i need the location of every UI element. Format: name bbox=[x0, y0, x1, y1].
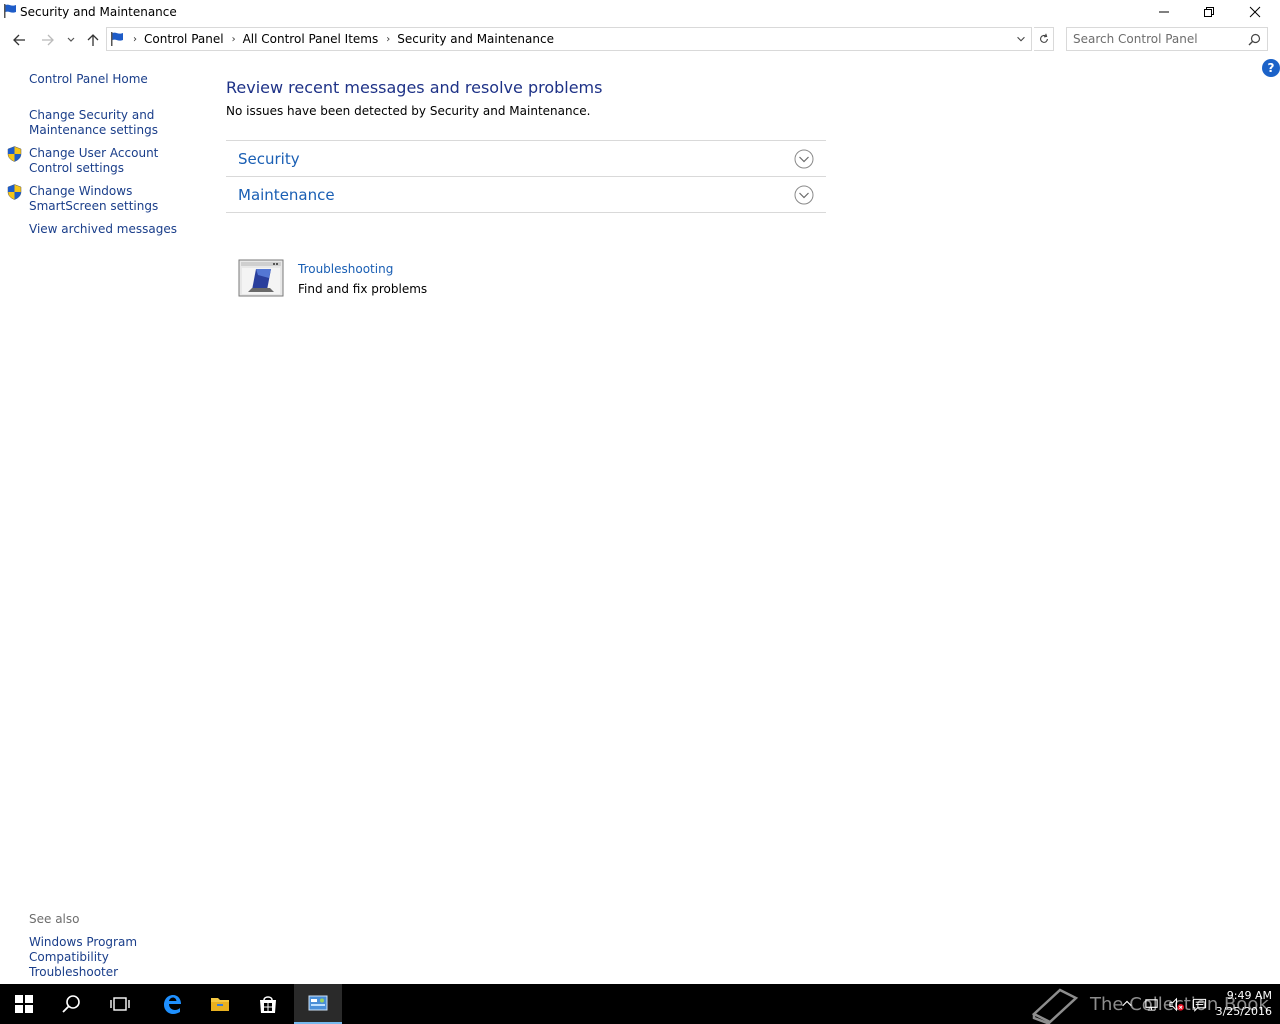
compatibility-troubleshooter-link[interactable]: Windows Program Compatibility Troublesho… bbox=[29, 935, 199, 980]
expand-chevron-icon[interactable] bbox=[794, 149, 814, 169]
maintenance-section-label[interactable]: Maintenance bbox=[238, 186, 335, 204]
change-security-maintenance-settings-link[interactable]: Change Security and Maintenance settings bbox=[29, 108, 199, 138]
restore-button[interactable] bbox=[1186, 0, 1232, 24]
navigation-bar: › Control Panel › All Control Panel Item… bbox=[0, 27, 1280, 53]
search-icon bbox=[62, 995, 80, 1013]
forward-button[interactable] bbox=[37, 29, 59, 51]
expand-chevron-icon[interactable] bbox=[794, 185, 814, 205]
shield-icon bbox=[7, 146, 22, 162]
shield-icon bbox=[7, 184, 22, 200]
change-smartscreen-settings-link[interactable]: Change Windows SmartScreen settings bbox=[29, 184, 199, 214]
window-title: Security and Maintenance bbox=[20, 5, 177, 19]
breadcrumb-all-items[interactable]: All Control Panel Items bbox=[243, 32, 379, 46]
task-view-icon bbox=[110, 997, 130, 1011]
refresh-icon bbox=[1039, 33, 1048, 43]
address-bar[interactable]: › Control Panel › All Control Panel Item… bbox=[106, 27, 1032, 51]
network-tray-button[interactable] bbox=[1140, 984, 1162, 1024]
recent-locations-button[interactable] bbox=[62, 29, 80, 51]
control-panel-icon bbox=[308, 995, 328, 1011]
close-button[interactable] bbox=[1232, 0, 1278, 24]
search-icon[interactable] bbox=[1248, 33, 1261, 46]
clock-time: 9:49 AM bbox=[1226, 989, 1272, 1002]
flag-icon bbox=[4, 4, 16, 18]
chevron-up-icon bbox=[1122, 1000, 1132, 1007]
up-arrow-icon bbox=[87, 34, 99, 46]
store-bag-icon bbox=[260, 996, 276, 1013]
close-icon bbox=[1249, 6, 1261, 18]
refresh-button[interactable] bbox=[1034, 27, 1054, 51]
start-button[interactable] bbox=[0, 984, 48, 1024]
section-divider bbox=[226, 212, 826, 213]
address-dropdown-button[interactable] bbox=[1013, 31, 1029, 47]
window: Security and Maintenance › Control Panel… bbox=[0, 0, 1280, 1024]
book-icon bbox=[1031, 988, 1079, 1024]
folder-icon bbox=[211, 998, 229, 1011]
title-bar[interactable]: Security and Maintenance bbox=[0, 0, 1280, 24]
security-section-header[interactable]: Security bbox=[226, 140, 826, 176]
store-button[interactable] bbox=[244, 984, 292, 1024]
control-panel-taskbar-button[interactable] bbox=[294, 984, 342, 1024]
search-taskbar-button[interactable] bbox=[48, 984, 96, 1024]
file-explorer-button[interactable] bbox=[196, 984, 244, 1024]
breadcrumb-control-panel[interactable]: Control Panel bbox=[144, 32, 224, 46]
breadcrumb-separator[interactable]: › bbox=[386, 34, 390, 45]
chevron-down-icon bbox=[67, 37, 75, 42]
breadcrumb-separator[interactable]: › bbox=[232, 34, 236, 45]
question-mark-icon: ? bbox=[1267, 61, 1275, 75]
flag-icon bbox=[111, 32, 123, 46]
back-button[interactable] bbox=[8, 29, 30, 51]
breadcrumb: › Control Panel › All Control Panel Item… bbox=[109, 28, 562, 50]
maintenance-section-header[interactable]: Maintenance bbox=[226, 176, 826, 212]
minimize-button[interactable] bbox=[1141, 0, 1187, 24]
windows-logo-icon bbox=[15, 995, 33, 1013]
breadcrumb-security-maintenance[interactable]: Security and Maintenance bbox=[397, 32, 554, 46]
back-arrow-icon bbox=[13, 34, 25, 46]
clock-date: 3/25/2016 bbox=[1215, 1005, 1272, 1018]
help-button[interactable]: ? bbox=[1262, 59, 1280, 77]
troubleshooting-description: Find and fix problems bbox=[298, 282, 428, 296]
security-section-label[interactable]: Security bbox=[238, 150, 300, 168]
chevron-down-icon bbox=[1017, 36, 1025, 42]
show-hidden-icons-button[interactable] bbox=[1116, 984, 1138, 1024]
edge-icon bbox=[164, 995, 181, 1014]
taskbar: The Collection Book 9:49 AM 3/25/2016 bbox=[0, 984, 1280, 1024]
change-uac-settings-link[interactable]: Change User Account Control settings bbox=[29, 146, 199, 176]
search-input[interactable] bbox=[1073, 31, 1243, 47]
forward-arrow-icon bbox=[42, 34, 54, 46]
breadcrumb-separator[interactable]: › bbox=[133, 34, 137, 45]
volume-muted-icon bbox=[1168, 997, 1184, 1011]
control-panel-home-link[interactable]: Control Panel Home bbox=[29, 72, 199, 87]
view-archived-messages-link[interactable]: View archived messages bbox=[29, 222, 199, 237]
up-button[interactable] bbox=[82, 29, 104, 51]
restore-icon bbox=[1204, 7, 1214, 17]
troubleshooting-link[interactable]: Troubleshooting bbox=[298, 262, 393, 276]
page-title: Review recent messages and resolve probl… bbox=[226, 78, 603, 97]
troubleshooting-icon[interactable] bbox=[238, 258, 284, 298]
notification-icon bbox=[1192, 998, 1206, 1012]
status-message: No issues have been detected by Security… bbox=[226, 104, 591, 118]
search-box[interactable] bbox=[1066, 27, 1268, 51]
network-icon bbox=[1144, 998, 1158, 1011]
task-view-button[interactable] bbox=[96, 984, 144, 1024]
clock[interactable]: 9:49 AM 3/25/2016 bbox=[1208, 988, 1272, 1020]
action-center-button[interactable] bbox=[1188, 984, 1210, 1024]
volume-tray-button[interactable] bbox=[1164, 984, 1188, 1024]
minimize-icon bbox=[1159, 11, 1169, 13]
edge-browser-button[interactable] bbox=[148, 984, 196, 1024]
see-also-heading: See also bbox=[29, 912, 80, 926]
